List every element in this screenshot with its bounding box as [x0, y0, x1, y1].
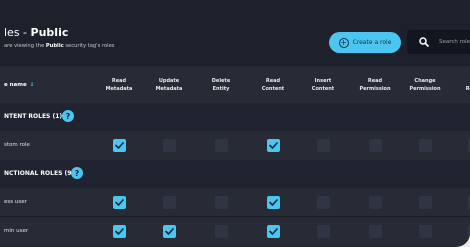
permission-checkbox[interactable] — [214, 225, 228, 238]
help-circle-icon[interactable]: ? — [62, 110, 74, 122]
roles-panel: les - Public are viewing the Public secu… — [0, 0, 470, 247]
permission-checkbox[interactable] — [162, 139, 176, 152]
role-group-label: NCTIONAL ROLES (9) — [4, 170, 75, 177]
role-group-label: NTENT ROLES (1) — [4, 113, 63, 120]
permission-checkbox[interactable] — [266, 196, 280, 209]
page-subtitle: are viewing the Public security tag's ro… — [4, 43, 115, 49]
permission-checkbox[interactable] — [214, 196, 228, 209]
column-header: Change Permission — [409, 78, 441, 92]
table-row: ess user — [0, 188, 470, 217]
create-role-label: Create a role — [352, 39, 392, 46]
permission-checkbox[interactable] — [316, 225, 330, 238]
table-row: min user — [0, 217, 470, 246]
permission-checkbox[interactable] — [266, 139, 280, 152]
role-name[interactable]: stom role — [4, 142, 30, 148]
permission-checkbox[interactable] — [316, 196, 330, 209]
permission-checkbox[interactable] — [112, 225, 126, 238]
role-name[interactable]: min user — [4, 228, 28, 234]
column-header: Read Permission — [359, 78, 391, 92]
permission-checkbox[interactable] — [316, 139, 330, 152]
permission-checkbox[interactable] — [214, 139, 228, 152]
role-name-column-header[interactable]: e name ↓ — [4, 82, 34, 88]
permission-checkbox[interactable] — [368, 225, 382, 238]
plus-circle-icon: + — [338, 37, 349, 48]
permission-checkbox[interactable] — [418, 225, 432, 238]
sort-down-arrow-icon: ↓ — [29, 82, 35, 88]
permission-checkbox[interactable] — [418, 139, 432, 152]
search-input[interactable] — [439, 35, 470, 49]
permission-checkbox[interactable] — [418, 196, 432, 209]
page-header: les - Public are viewing the Public secu… — [0, 0, 470, 66]
column-header: Delete Entity — [211, 78, 231, 92]
page-title: les - Public — [4, 26, 69, 39]
column-header: Insert Content — [311, 78, 335, 92]
role-name[interactable]: ess user — [4, 199, 27, 205]
help-circle-icon[interactable]: ? — [71, 167, 83, 179]
permission-checkbox[interactable] — [112, 139, 126, 152]
search-field[interactable] — [407, 30, 470, 54]
permission-checkbox[interactable] — [162, 225, 176, 238]
search-icon — [419, 37, 429, 47]
column-header: CReten — [465, 86, 470, 92]
permission-checkbox[interactable] — [162, 196, 176, 209]
table-row: stom role — [0, 131, 470, 160]
permission-checkbox[interactable] — [368, 196, 382, 209]
column-header: Read Metadata — [105, 78, 133, 92]
role-group-header: NCTIONAL ROLES (9)? — [0, 160, 470, 188]
column-header: Read Content — [261, 78, 285, 92]
table-header: e name ↓ Read Metadata Update Metadata Delete… — [0, 66, 470, 103]
permission-checkbox[interactable] — [112, 196, 126, 209]
permission-checkbox[interactable] — [368, 139, 382, 152]
role-group-header: NTENT ROLES (1)? — [0, 103, 470, 131]
column-header: Update Metadata — [155, 78, 183, 92]
permission-checkbox[interactable] — [266, 225, 280, 238]
create-role-button[interactable]: + Create a role — [329, 32, 401, 53]
